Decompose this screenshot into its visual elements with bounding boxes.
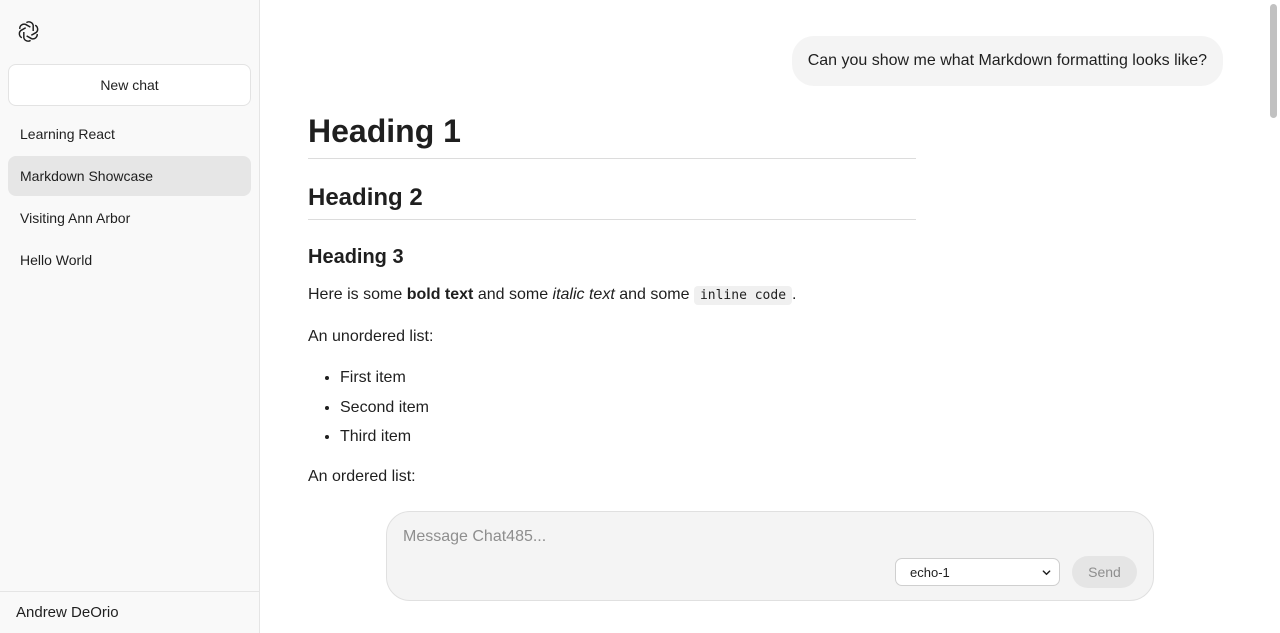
user-message-text: Can you show me what Markdown formatting… xyxy=(807,52,1207,69)
heading-3: Heading 3 xyxy=(308,246,404,268)
assistant-message: Heading 1 Heading 2 Heading 3 Here is so… xyxy=(308,112,916,506)
italic-text: italic text xyxy=(552,286,615,303)
ordered-list-intro: An ordered list: xyxy=(308,468,416,485)
user-name: Andrew DeOrio xyxy=(16,604,119,621)
unordered-list-intro: An unordered list: xyxy=(308,328,434,345)
list-item: First item xyxy=(340,366,916,390)
formatting-paragraph: Here is some bold text and some italic t… xyxy=(308,283,916,308)
message-input[interactable] xyxy=(403,524,1139,550)
inline-code: inline code xyxy=(693,286,793,305)
chevron-down-icon xyxy=(1042,570,1051,576)
list-item: Third item xyxy=(340,425,916,449)
para-mid-1: and some xyxy=(473,286,553,303)
user-message-bubble: Can you show me what Markdown formatting… xyxy=(791,36,1223,86)
chat-item-markdown-showcase[interactable]: Markdown Showcase xyxy=(8,156,251,196)
list-item: Second item xyxy=(340,396,916,420)
send-button[interactable]: Send xyxy=(1072,556,1137,588)
chat-item-hello-world[interactable]: Hello World xyxy=(8,240,251,280)
user-account[interactable]: Andrew DeOrio xyxy=(0,591,259,633)
bold-text: bold text xyxy=(406,286,474,303)
para-mid-2: and some xyxy=(614,286,694,303)
heading-2: Heading 2 xyxy=(308,183,916,220)
unordered-list: First item Second item Third item xyxy=(340,366,916,449)
sidebar: New chat Learning React Markdown Showcas… xyxy=(0,0,260,633)
chat-item-visiting-ann-arbor[interactable]: Visiting Ann Arbor xyxy=(8,198,251,238)
scrollbar-thumb[interactable] xyxy=(1270,4,1277,118)
para-prefix: Here is some xyxy=(308,286,407,303)
scrollbar[interactable] xyxy=(1268,0,1280,633)
chat-history-list: Learning React Markdown Showcase Visitin… xyxy=(8,114,251,282)
model-select-value: echo-1 xyxy=(910,564,950,580)
heading-1: Heading 1 xyxy=(308,112,916,159)
message-composer: echo-1 Send xyxy=(386,511,1154,601)
conversation-panel: Can you show me what Markdown formatting… xyxy=(260,0,1280,633)
new-chat-button[interactable]: New chat xyxy=(8,64,251,106)
openai-logo-icon[interactable] xyxy=(16,19,41,44)
para-suffix: . xyxy=(792,286,797,303)
chat-item-learning-react[interactable]: Learning React xyxy=(8,114,251,154)
model-select[interactable]: echo-1 xyxy=(895,558,1060,586)
